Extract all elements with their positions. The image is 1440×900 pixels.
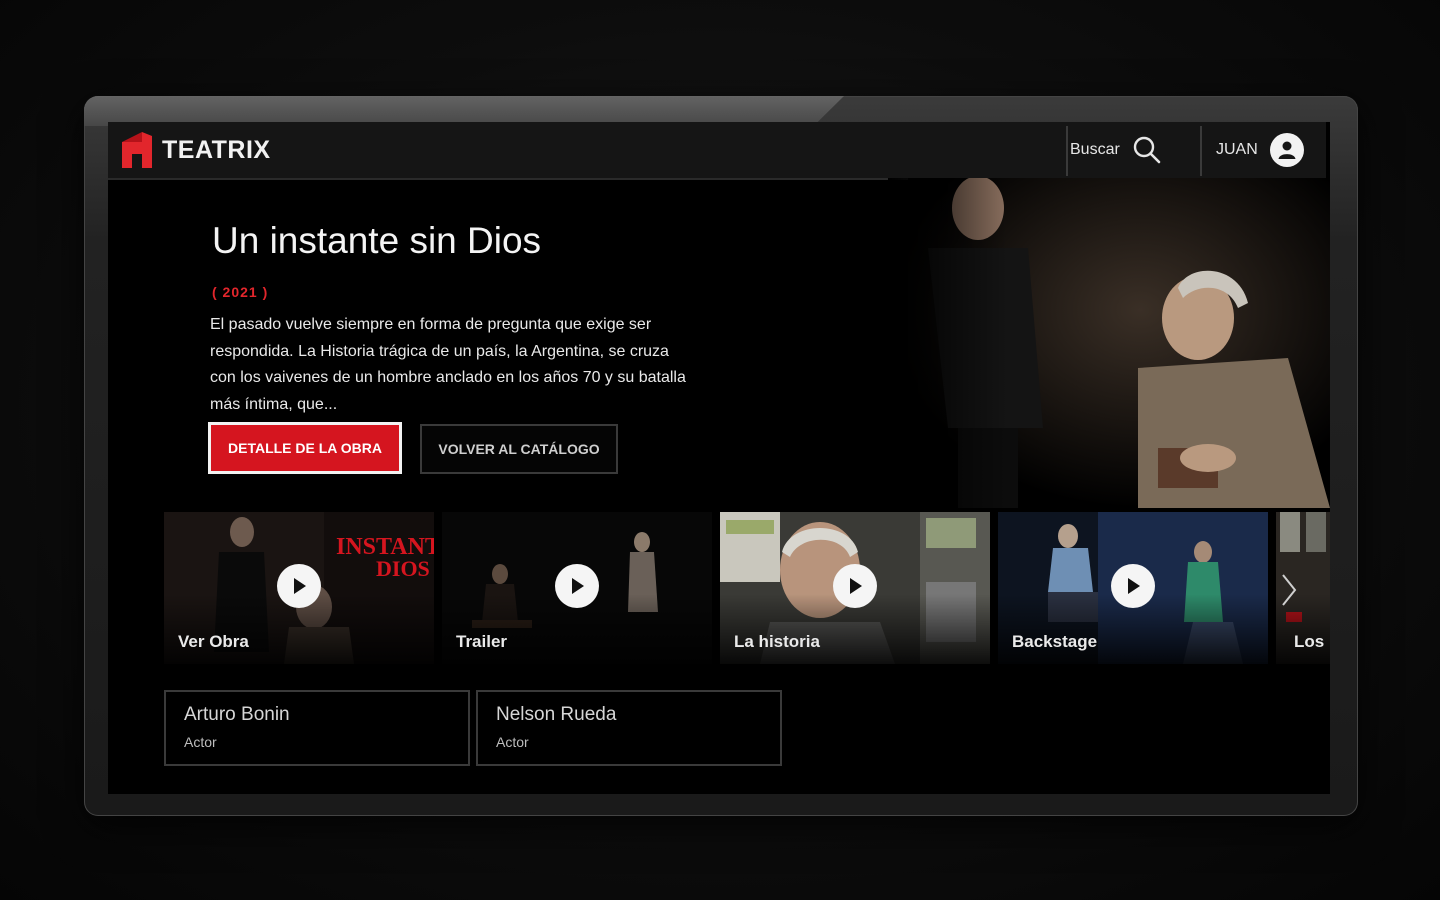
cast-name: Nelson Rueda <box>496 704 617 725</box>
brand-name: TEATRIX <box>162 135 271 164</box>
media-card-la-historia[interactable]: La historia <box>720 512 990 664</box>
media-card-label: Los <box>1294 632 1325 651</box>
media-card-label: La historia <box>734 632 820 651</box>
media-card-trailer[interactable]: Trailer <box>442 512 712 664</box>
user-icon <box>1278 141 1296 159</box>
chevron-right-icon <box>1282 574 1297 606</box>
cast-role: Actor <box>496 734 529 750</box>
play-details-button[interactable]: DETALLE DE LA OBRA <box>208 422 402 474</box>
header-divider <box>1066 126 1068 176</box>
cast-card[interactable]: Nelson Rueda Actor <box>476 690 782 766</box>
media-card-label: Ver Obra <box>178 632 249 651</box>
media-card-label: Trailer <box>456 632 508 651</box>
cast-role: Actor <box>184 734 217 750</box>
play-year: ( 2021 ) <box>212 284 269 300</box>
search-icon <box>1133 136 1161 164</box>
carousel-next-button[interactable] <box>1274 570 1304 610</box>
cast-card[interactable]: Arturo Bonin Actor <box>164 690 470 766</box>
teatrix-logo-mark-icon <box>122 132 152 168</box>
cast-name: Arturo Bonin <box>184 704 290 725</box>
play-icon[interactable] <box>277 564 321 608</box>
back-to-catalog-button[interactable]: VOLVER AL CATÁLOGO <box>420 424 618 474</box>
play-synopsis: El pasado vuelve siempre en forma de pre… <box>210 316 686 413</box>
play-icon[interactable] <box>1111 564 1155 608</box>
avatar <box>1269 133 1304 167</box>
search-label: Buscar <box>1070 141 1120 158</box>
top-bar: TEATRIX Buscar JUAN <box>108 122 1326 180</box>
tv-screen: TEATRIX Buscar JUAN Un instante sin Dios… <box>108 122 1330 794</box>
hero-image-fade <box>888 178 1008 508</box>
teatrix-logo[interactable]: TEATRIX <box>120 132 271 168</box>
media-carousel: INSTANTE DIOS Ver Obra Trailer <box>164 512 1330 664</box>
play-title: Un instante sin Dios <box>212 220 542 261</box>
play-icon[interactable] <box>833 564 877 608</box>
header-divider <box>1200 126 1202 176</box>
media-card-label: Backstage <box>1012 632 1098 651</box>
play-icon[interactable] <box>555 564 599 608</box>
poster-title-line-2: DIOS <box>376 556 430 581</box>
user-name: JUAN <box>1216 141 1258 158</box>
search-button[interactable]: Buscar <box>1070 130 1162 170</box>
media-card-backstage[interactable]: Backstage <box>998 512 1268 664</box>
user-menu-button[interactable]: JUAN <box>1216 130 1304 170</box>
media-card-ver-obra[interactable]: INSTANTE DIOS Ver Obra <box>164 512 434 664</box>
